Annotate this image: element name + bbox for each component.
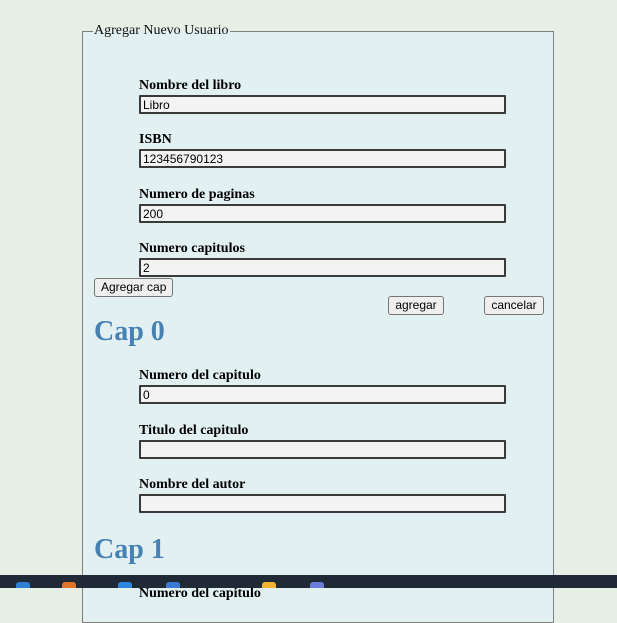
pages-input[interactable] xyxy=(139,204,506,223)
add-chapter-button[interactable]: Agregar cap xyxy=(94,278,174,297)
chapter-1-number-label: Numero del capitulo xyxy=(139,586,261,601)
cancelar-button[interactable]: cancelar xyxy=(484,296,544,315)
chapters-count-label: Numero capitulos xyxy=(139,241,245,256)
chapter-0-title-label: Titulo del capitulo xyxy=(139,423,249,438)
taskbar xyxy=(0,575,617,588)
chapter-0-number-label: Numero del capitulo xyxy=(139,368,261,383)
chapter-0-number-input[interactable] xyxy=(139,385,506,404)
book-name-input[interactable] xyxy=(139,95,506,114)
pages-label: Numero de paginas xyxy=(139,187,255,202)
chapter-0-heading: Cap 0 xyxy=(94,316,165,347)
agregar-button[interactable]: agregar xyxy=(388,296,444,315)
chapter-0-author-input[interactable] xyxy=(139,494,506,513)
chapter-0-title-input[interactable] xyxy=(139,440,506,459)
mail-icon[interactable] xyxy=(166,582,180,588)
store-icon[interactable] xyxy=(118,582,132,588)
chapter-0-author-label: Nombre del autor xyxy=(139,477,246,492)
add-user-form: Agregar Nuevo Usuario Nombre del libro I… xyxy=(82,23,554,623)
isbn-input[interactable] xyxy=(139,149,506,168)
chrome-icon[interactable] xyxy=(262,582,276,588)
form-legend: Agregar Nuevo Usuario xyxy=(94,23,229,38)
edge-icon[interactable] xyxy=(16,582,30,588)
isbn-label: ISBN xyxy=(139,132,172,147)
file-explorer-icon[interactable] xyxy=(62,582,76,588)
chapters-count-input[interactable] xyxy=(139,258,506,277)
book-name-label: Nombre del libro xyxy=(139,78,242,93)
chapter-1-heading: Cap 1 xyxy=(94,534,165,565)
app-icon[interactable] xyxy=(310,582,324,588)
